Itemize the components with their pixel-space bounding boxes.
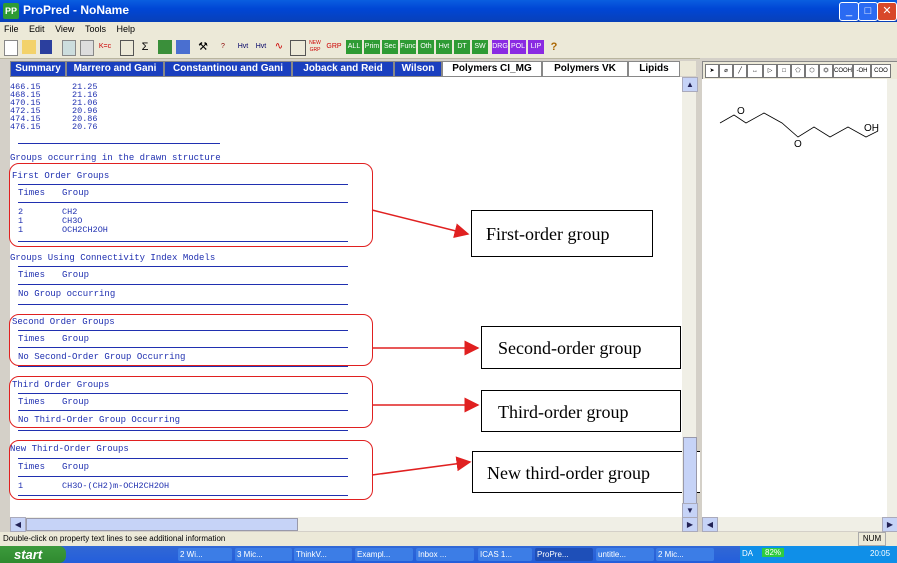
battery-indicator[interactable]: 82% [762, 548, 785, 557]
third-order-annotation: Third-order group [481, 390, 681, 432]
molecule-structure: O O OH [719, 106, 879, 150]
status-message: Double-click on property text lines to s… [3, 534, 226, 543]
hexagon-icon[interactable]: ⬡ [805, 64, 819, 78]
new-third-order-annotation: New third-order group [472, 451, 716, 493]
status-bar: Double-click on property text lines to s… [0, 532, 897, 546]
scroll-thumb[interactable] [683, 437, 697, 509]
hydroxyl-group: OH [864, 123, 879, 134]
windows-taskbar: start 2 Wi... 3 Mic... ThinkV... Exampl.… [0, 546, 897, 563]
first-order-annotation: First-order group [471, 210, 653, 257]
drawing-vertical-scrollbar[interactable] [887, 79, 897, 517]
taskbar-item[interactable]: ICAS 1... [478, 548, 532, 561]
dimension-icon[interactable]: ↔ [747, 64, 763, 78]
start-button[interactable]: start [0, 546, 66, 563]
pointer-icon[interactable]: ➤ [705, 64, 719, 78]
draw-scroll-left-icon[interactable]: ◀ [702, 517, 718, 532]
scroll-up-icon[interactable]: ▲ [682, 77, 698, 92]
start-label: start [14, 547, 43, 562]
line-icon[interactable]: ╱ [733, 64, 747, 78]
taskbar-item[interactable]: 2 Wi... [178, 548, 232, 561]
cooh-button[interactable]: COOH [833, 64, 853, 78]
taskbar-item[interactable]: Exampl... [355, 548, 413, 561]
scroll-down-icon[interactable]: ▼ [682, 503, 698, 518]
benzene-icon[interactable]: ⏣ [819, 64, 833, 78]
taskbar-item[interactable]: 2 Mic... [656, 548, 714, 561]
new-third-order-arrow [371, 456, 472, 476]
taskbar-item[interactable]: Inbox ... [416, 548, 474, 561]
pentagon-icon[interactable]: ⬠ [791, 64, 805, 78]
drawing-horizontal-scrollbar[interactable]: ◀ ▶ [702, 517, 897, 532]
language-indicator[interactable]: DA [742, 549, 753, 558]
first-order-arrow [371, 209, 470, 239]
draw-scroll-right-icon[interactable]: ▶ [882, 517, 897, 532]
scroll-right-icon[interactable]: ▶ [682, 517, 698, 532]
horizontal-scrollbar[interactable]: ◀ ▶ [10, 517, 698, 532]
hscroll-thumb[interactable] [26, 518, 298, 531]
taskbar-item[interactable]: ThinkV... [294, 548, 352, 561]
num-lock-indicator: NUM [858, 532, 886, 546]
system-tray: DA 82% 20:05 [740, 546, 897, 563]
coo-button[interactable]: COO [871, 64, 891, 78]
taskbar-item[interactable]: untitle... [596, 548, 654, 561]
eraser-icon[interactable]: ⌀ [719, 64, 733, 78]
clock: 20:05 [870, 549, 891, 558]
taskbar-item-active[interactable]: ProPre... [535, 548, 593, 561]
drawing-toolbar: ➤ ⌀ ╱ ↔ ▷ □ ⬠ ⬡ ⏣ COOH -OH COO [702, 61, 897, 80]
oh-button[interactable]: -OH [853, 64, 871, 78]
oxygen-atom-2: O [794, 139, 802, 150]
square-icon[interactable]: □ [777, 64, 791, 78]
scroll-left-icon[interactable]: ◀ [10, 517, 26, 532]
second-order-annotation: Second-order group [481, 326, 681, 369]
vertical-scrollbar[interactable]: ▲ ▼ [682, 77, 698, 518]
play-icon[interactable]: ▷ [763, 64, 777, 78]
taskbar-item[interactable]: 3 Mic... [235, 548, 292, 561]
oxygen-atom-1: O [737, 106, 745, 117]
molecule-drawing-area[interactable]: O O OH [702, 79, 887, 517]
